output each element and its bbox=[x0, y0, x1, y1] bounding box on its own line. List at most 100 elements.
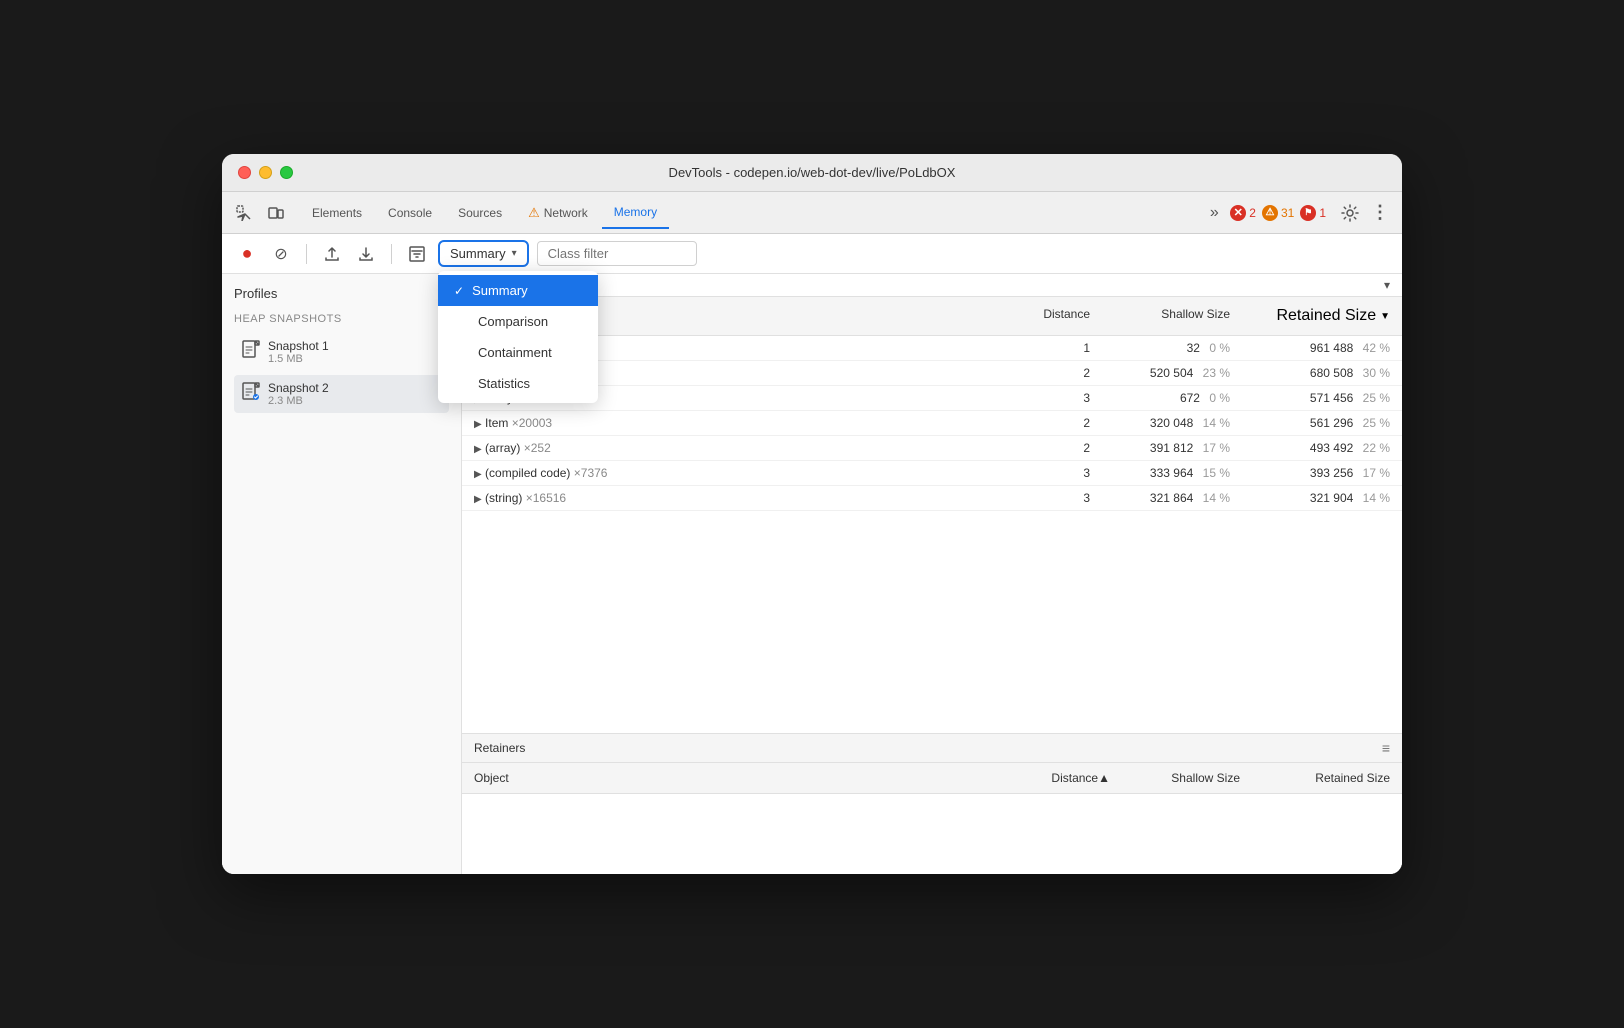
tab-bar: Elements Console Sources ⚠ Network Memor… bbox=[222, 192, 1402, 234]
more-tabs-icon[interactable]: » bbox=[1200, 199, 1228, 227]
snapshot-icon-1 bbox=[242, 340, 260, 365]
dropdown-containment-label: Containment bbox=[478, 345, 552, 360]
stop-button[interactable]: ⊘ bbox=[268, 241, 294, 267]
cell-retained-5: 393 256 17 % bbox=[1242, 461, 1402, 485]
data-panel: ▾ Constructor Distance Shallow Size Reta… bbox=[462, 274, 1402, 874]
dropdown-summary-label: Summary bbox=[472, 283, 528, 298]
info-badge[interactable]: ⚑ 1 bbox=[1300, 205, 1326, 221]
cell-distance-5: 3 bbox=[1002, 461, 1102, 485]
snapshot-1-name: Snapshot 1 bbox=[268, 339, 441, 353]
retainers-menu-icon[interactable]: ≡ bbox=[1382, 740, 1390, 756]
col-retained-size[interactable]: Retained Size ▼ bbox=[1242, 303, 1402, 329]
cell-label-5: ▶ (compiled code) ×7376 bbox=[462, 461, 1002, 485]
error-count: 2 bbox=[1249, 206, 1256, 220]
record-button[interactable]: ● bbox=[234, 241, 260, 267]
expand-icon-4[interactable]: ▶ bbox=[474, 444, 482, 455]
cell-distance-2: 3 bbox=[1002, 386, 1102, 410]
filter-button[interactable] bbox=[404, 241, 430, 267]
window-title: DevTools - codepen.io/web-dot-dev/live/P… bbox=[669, 165, 956, 180]
expand-icon-3[interactable]: ▶ bbox=[474, 419, 482, 430]
tab-console[interactable]: Console bbox=[376, 198, 444, 228]
table-header: Constructor Distance Shallow Size Retain… bbox=[462, 297, 1402, 336]
traffic-lights bbox=[238, 166, 293, 179]
snapshot-item-2[interactable]: Snapshot 2 2.3 MB bbox=[234, 375, 449, 413]
dropdown-item-comparison[interactable]: Comparison bbox=[438, 306, 598, 337]
cell-distance-4: 2 bbox=[1002, 436, 1102, 460]
info-icon: ⚑ bbox=[1300, 205, 1316, 221]
dropdown-statistics-label: Statistics bbox=[478, 376, 530, 391]
tab-memory[interactable]: Memory bbox=[602, 197, 669, 229]
warning-icon: ⚠ bbox=[1262, 205, 1278, 221]
snapshot-1-size: 1.5 MB bbox=[268, 353, 441, 365]
settings-icon[interactable] bbox=[1336, 199, 1364, 227]
table-row[interactable]: ▶ Item ×20003 2 320 048 14 % 561 296 25 … bbox=[462, 411, 1402, 436]
retainers-title: Retainers bbox=[474, 741, 525, 755]
snapshot-item-1[interactable]: Snapshot 1 1.5 MB bbox=[234, 333, 449, 371]
upload-button[interactable] bbox=[319, 241, 345, 267]
retainers-table-header: Object Distance▲ Shallow Size Retained S… bbox=[462, 763, 1402, 794]
expand-icon-6[interactable]: ▶ bbox=[474, 494, 482, 505]
warning-count: 31 bbox=[1281, 206, 1294, 220]
error-badge[interactable]: ✕ 2 bbox=[1230, 205, 1256, 221]
summary-dropdown-button[interactable]: Summary ▾ bbox=[438, 240, 529, 267]
titlebar: DevTools - codepen.io/web-dot-dev/live/P… bbox=[222, 154, 1402, 192]
table-row[interactable]: ▶ Array ×42 3 672 0 % 571 456 25 % bbox=[462, 386, 1402, 411]
dropdown-item-containment[interactable]: Containment bbox=[438, 337, 598, 368]
device-icon[interactable] bbox=[262, 199, 290, 227]
toolbar: ● ⊘ bbox=[222, 234, 1402, 274]
cell-shallow-3: 320 048 14 % bbox=[1102, 411, 1242, 435]
dropdown-arrow-icon: ▾ bbox=[512, 248, 517, 259]
maximize-button[interactable] bbox=[280, 166, 293, 179]
inspect-icon[interactable] bbox=[230, 199, 258, 227]
summary-dropdown[interactable]: Summary ▾ ✓ Summary Comparison Containme… bbox=[438, 240, 529, 267]
cell-shallow-4: 391 812 17 % bbox=[1102, 436, 1242, 460]
dropdown-item-summary[interactable]: ✓ Summary bbox=[438, 275, 598, 306]
tab-elements[interactable]: Elements bbox=[300, 198, 374, 228]
cell-shallow-0: 32 0 % bbox=[1102, 336, 1242, 360]
ret-col-distance[interactable]: Distance▲ bbox=[1002, 767, 1122, 789]
tab-badges: ✕ 2 ⚠ 31 ⚑ 1 bbox=[1230, 205, 1326, 221]
toolbar-separator-2 bbox=[391, 244, 392, 264]
table-row[interactable]: ▶ (array) ×252 2 391 812 17 % 493 492 22… bbox=[462, 436, 1402, 461]
cell-retained-3: 561 296 25 % bbox=[1242, 411, 1402, 435]
tab-sources[interactable]: Sources bbox=[446, 198, 514, 228]
toolbar-separator-1 bbox=[306, 244, 307, 264]
tab-network[interactable]: ⚠ Network bbox=[516, 197, 600, 229]
retainers-header: Retainers ≡ bbox=[462, 734, 1402, 763]
table-body: ▶ ://cdpn.io 1 32 0 % 961 488 42 % ▶ 26 … bbox=[462, 336, 1402, 733]
cell-distance-0: 1 bbox=[1002, 336, 1102, 360]
snapshot-info-2: Snapshot 2 2.3 MB bbox=[268, 381, 441, 407]
column-picker-icon[interactable]: ▾ bbox=[1384, 278, 1390, 292]
table-row[interactable]: ▶ ://cdpn.io 1 32 0 % 961 488 42 % bbox=[462, 336, 1402, 361]
table-row[interactable]: ▶ (string) ×16516 3 321 864 14 % 321 904… bbox=[462, 486, 1402, 511]
more-options-icon[interactable]: ⋮ bbox=[1366, 199, 1394, 227]
ret-col-retained: Retained Size bbox=[1252, 767, 1402, 789]
minimize-button[interactable] bbox=[259, 166, 272, 179]
cell-distance-3: 2 bbox=[1002, 411, 1102, 435]
sidebar-section-label: HEAP SNAPSHOTS bbox=[234, 313, 449, 325]
info-count: 1 bbox=[1319, 206, 1326, 220]
summary-label: Summary bbox=[450, 246, 506, 261]
sort-arrow-icon: ▼ bbox=[1380, 311, 1390, 322]
cell-retained-4: 493 492 22 % bbox=[1242, 436, 1402, 460]
download-button[interactable] bbox=[353, 241, 379, 267]
cell-shallow-6: 321 864 14 % bbox=[1102, 486, 1242, 510]
snapshot-info-1: Snapshot 1 1.5 MB bbox=[268, 339, 441, 365]
retainers-section: Retainers ≡ Object Distance▲ Shallow Siz… bbox=[462, 733, 1402, 874]
ret-col-object: Object bbox=[462, 767, 1002, 789]
table-row[interactable]: ▶ (compiled code) ×7376 3 333 964 15 % 3… bbox=[462, 461, 1402, 486]
snapshot-icon-2 bbox=[242, 382, 260, 407]
close-button[interactable] bbox=[238, 166, 251, 179]
dropdown-item-statistics[interactable]: Statistics bbox=[438, 368, 598, 399]
table-row[interactable]: ▶ 26 2 520 504 23 % 680 508 30 % bbox=[462, 361, 1402, 386]
expand-icon-5[interactable]: ▶ bbox=[474, 469, 482, 480]
cell-distance-6: 3 bbox=[1002, 486, 1102, 510]
check-icon: ✓ bbox=[454, 284, 464, 298]
cell-shallow-2: 672 0 % bbox=[1102, 386, 1242, 410]
snapshot-2-name: Snapshot 2 bbox=[268, 381, 441, 395]
tab-bar-icons bbox=[230, 199, 290, 227]
warning-badge[interactable]: ⚠ 31 bbox=[1262, 205, 1294, 221]
class-filter-input[interactable] bbox=[537, 241, 697, 266]
sidebar: Profiles HEAP SNAPSHOTS Snapshot 1 1.5 bbox=[222, 274, 462, 874]
cell-shallow-1: 520 504 23 % bbox=[1102, 361, 1242, 385]
